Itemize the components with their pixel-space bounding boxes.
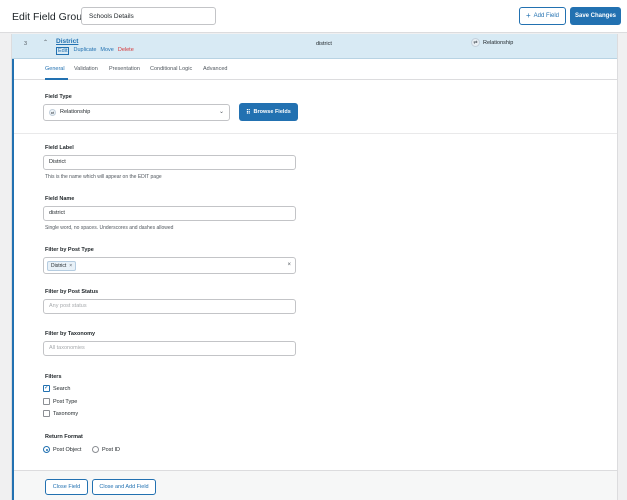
settings-tabs: General Validation Presentation Conditio… [14, 59, 617, 80]
return-post-id-label: Post ID [102, 446, 121, 453]
field-label-heading: Field Label [45, 145, 74, 151]
return-format-heading: Return Format [45, 434, 83, 440]
chip-remove-icon[interactable]: × [69, 262, 72, 270]
tab-presentation[interactable]: Presentation [109, 66, 140, 72]
return-post-object-radio[interactable]: Post Object [43, 446, 81, 453]
relationship-icon: ⇄ [471, 38, 480, 47]
duplicate-link[interactable]: Duplicate [73, 47, 96, 55]
post-type-chip[interactable]: District × [47, 261, 77, 271]
field-order: 3 [24, 41, 28, 47]
edit-link[interactable]: Edit [56, 47, 70, 55]
post-status-filter-select[interactable]: Any post status [43, 299, 296, 314]
taxonomy-filter-heading: Filter by Taxonomy [45, 331, 96, 337]
tab-general[interactable]: General [45, 66, 65, 72]
filter-search-checkbox[interactable]: ✓ Search [43, 385, 70, 392]
filter-post-type-checkbox[interactable]: Post Type [43, 398, 77, 405]
move-link[interactable]: Move [100, 47, 113, 55]
relationship-type-icon: ⇄ [49, 109, 56, 116]
filter-search-label: Search [53, 385, 71, 392]
field-type-value: Relationship [60, 109, 91, 115]
field-settings-panel: 3 ⌃ District Edit Duplicate Move Delete … [11, 34, 618, 500]
taxonomy-filter-select[interactable]: All taxonomies [43, 341, 296, 356]
page-title: Edit Field Group [12, 11, 88, 23]
field-group-title-input[interactable] [81, 7, 216, 25]
field-name-input[interactable]: district [43, 206, 296, 221]
delete-link[interactable]: Delete [118, 47, 134, 55]
close-and-add-field-button[interactable]: Close and Add Field [92, 479, 156, 495]
post-type-filter-heading: Filter by Post Type [45, 247, 94, 253]
top-header: Edit Field Group + Add Field Save Change… [0, 0, 627, 33]
field-footer: Close Field Close and Add Field [14, 470, 617, 500]
field-label-hint: This is the name which will appear on th… [45, 174, 162, 180]
filter-taxonomy-label: Taxonomy [53, 410, 79, 417]
tab-advanced[interactable]: Advanced [203, 66, 227, 72]
field-type-label: Field Type [45, 94, 72, 100]
field-label-input[interactable]: District [43, 155, 296, 170]
checkbox-icon [43, 410, 50, 417]
post-type-filter-select[interactable]: District × × [43, 257, 296, 274]
chevron-down-icon: ⌄ [218, 109, 224, 115]
plus-icon: + [525, 11, 531, 20]
save-changes-button[interactable]: Save Changes [570, 7, 621, 25]
checkbox-icon [43, 398, 50, 405]
post-status-filter-heading: Filter by Post Status [45, 289, 99, 295]
filter-taxonomy-checkbox[interactable]: Taxonomy [43, 410, 78, 417]
field-row[interactable]: 3 ⌃ District Edit Duplicate Move Delete … [12, 34, 617, 59]
close-field-button[interactable]: Close Field [45, 479, 88, 495]
add-field-button[interactable]: + Add Field [519, 7, 566, 25]
checkbox-checked-icon: ✓ [43, 385, 50, 392]
filter-post-type-label: Post Type [53, 398, 78, 405]
return-post-id-radio[interactable]: Post ID [92, 446, 120, 453]
radio-selected-icon [43, 446, 50, 453]
field-row-type: ⇄ Relationship [471, 38, 513, 47]
browse-fields-label: Browse Fields [253, 109, 291, 115]
row-actions: Edit Duplicate Move Delete [56, 47, 134, 55]
field-row-label[interactable]: District [56, 38, 78, 45]
browse-fields-button[interactable]: ⠿ Browse Fields [239, 103, 298, 121]
field-row-name: district [316, 41, 332, 47]
field-name-hint: Single word, no spaces. Underscores and … [45, 225, 174, 231]
post-type-chip-label: District [51, 263, 67, 269]
field-row-type-label: Relationship [483, 39, 514, 46]
field-type-select[interactable]: ⇄ Relationship ⌄ [43, 104, 230, 121]
clear-icon[interactable]: × [287, 262, 291, 268]
collapse-caret-icon[interactable]: ⌃ [43, 39, 48, 46]
grid-icon: ⠿ [246, 109, 251, 116]
filters-heading: Filters [45, 374, 62, 380]
tab-conditional-logic[interactable]: Conditional Logic [150, 66, 192, 72]
field-name-heading: Field Name [45, 196, 75, 202]
add-field-label: Add Field [533, 13, 560, 19]
radio-icon [92, 446, 99, 453]
return-post-object-label: Post Object [53, 446, 82, 453]
tab-validation[interactable]: Validation [74, 66, 98, 72]
